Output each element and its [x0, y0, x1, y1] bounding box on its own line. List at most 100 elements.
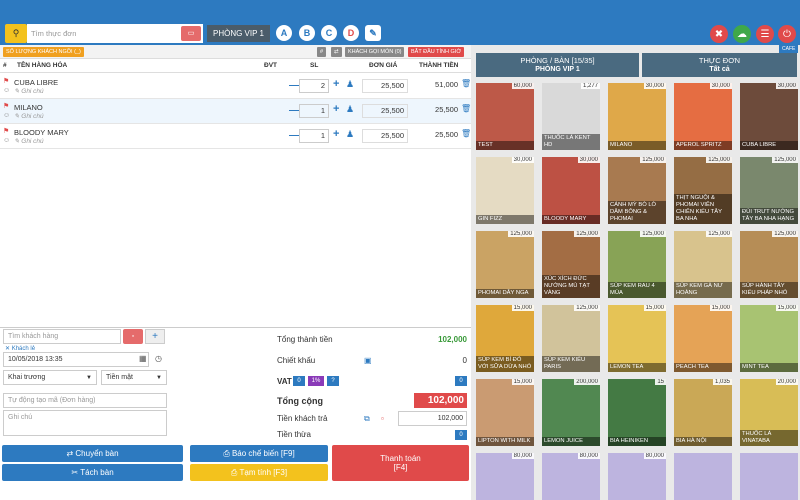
- vat-0-button[interactable]: 0: [293, 376, 305, 386]
- guests-count-button[interactable]: SỐ LƯỢNG KHÁCH NGỒI (_): [3, 47, 84, 57]
- calendar-icon[interactable]: ▦: [139, 354, 147, 363]
- move-table-button[interactable]: ⇄ Chuyển bàn: [2, 445, 183, 462]
- keyboard-icon[interactable]: ▭: [181, 26, 201, 41]
- menu-item-tile[interactable]: 125,000 XÚC XÍCH ĐỨC NƯỚNG MÙ TẠT VÀNG: [542, 231, 600, 298]
- edit-note-icon[interactable]: ✎: [365, 25, 381, 41]
- search-button[interactable]: ⚲: [5, 24, 27, 43]
- order-row[interactable]: ⚑ ☺ MILANO ✎ Ghi chú —1 + ♟ 25,500 25,500 🗑: [0, 99, 471, 124]
- tab-menu[interactable]: THỰC ĐƠN Tất cả: [642, 53, 797, 77]
- order-row[interactable]: ⚑ ☺ CUBA LIBRE ✎ Ghi chú —2 + ♟ 25,500 51,000 🗑: [0, 74, 471, 99]
- copy-icon[interactable]: ⧉: [364, 414, 370, 424]
- menu-item-tile[interactable]: 30,000 APEROL SPRITZ: [674, 83, 732, 150]
- shuffle-icon[interactable]: ✖: [710, 25, 728, 43]
- price-level-b[interactable]: B: [299, 25, 315, 41]
- menu-item-tile[interactable]: 30,000 CUBA LIBRE: [740, 83, 798, 150]
- menu-item-tile[interactable]: 125,000 ĐÙI TRƯT NƯỚNG TÂY BA NHA HẠNG: [740, 157, 798, 224]
- menu-item-tile[interactable]: 15 BIA HEINIKEN: [608, 379, 666, 446]
- price-input[interactable]: 25,500: [362, 79, 408, 93]
- menu-item-tile[interactable]: 125,000 PHOMAI DÂY NGA: [476, 231, 534, 298]
- increase-qty-button[interactable]: +: [333, 128, 339, 140]
- price-input[interactable]: 25,500: [362, 129, 408, 143]
- menu-item-tile[interactable]: 20,000 THUỐC LÁ VINATABA: [740, 379, 798, 446]
- sale-channel-select[interactable]: Khai trương ▼: [3, 370, 97, 385]
- increase-qty-button[interactable]: +: [333, 103, 339, 115]
- people-icon[interactable]: ♟: [346, 104, 354, 115]
- menu-item-tile[interactable]: 125,000 CÁNH MỲ BÒ LÒ DĂM BÔNG & PHOMAI: [608, 157, 666, 224]
- price-level-d[interactable]: D: [343, 25, 359, 41]
- paid-input[interactable]: 102,000: [398, 411, 467, 426]
- menu-item-tile[interactable]: 80,000: [476, 453, 534, 500]
- trash-icon[interactable]: 🗑: [461, 104, 471, 113]
- menu-item-tile[interactable]: 60,000 TEST: [476, 83, 534, 150]
- people-icon[interactable]: ♟: [346, 79, 354, 90]
- menu-item-tile[interactable]: 1,035 BIA HÀ NỘI: [674, 379, 732, 446]
- split-table-button[interactable]: ✂ Tách bàn: [2, 464, 183, 481]
- price-level-c[interactable]: C: [321, 25, 337, 41]
- user-icon[interactable]: ☺: [3, 137, 10, 144]
- current-room-button[interactable]: PHÒNG VIP 1: [207, 25, 270, 42]
- bell-icon[interactable]: ⚑: [3, 102, 9, 110]
- menu-item-tile[interactable]: 200,000 LEMON JUICE: [542, 379, 600, 446]
- customer-keyboard-icon[interactable]: ▫: [123, 329, 143, 344]
- user-icon[interactable]: ☺: [3, 112, 10, 119]
- order-row[interactable]: ⚑ ☺ BLOODY MARY ✎ Ghi chú —1 + ♟ 25,500 25,500 🗑: [0, 124, 471, 149]
- user-icon[interactable]: ☺: [3, 87, 10, 94]
- qty-input[interactable]: 2: [299, 79, 329, 93]
- search-input[interactable]: Tìm thực đơn ▭: [27, 24, 203, 43]
- trash-icon[interactable]: 🗑: [461, 79, 471, 88]
- menu-item-tile[interactable]: 15,000 PEACH TEA: [674, 305, 732, 372]
- item-note[interactable]: ✎ Ghi chú: [14, 87, 44, 95]
- menu-item-tile[interactable]: 15,000 SÚP KEM BÍ ĐỎ VỚI SỮA DỪA NHỎ: [476, 305, 534, 372]
- kitchen-notice-button[interactable]: ⎙ Báo chế biến [F9]: [190, 445, 328, 462]
- vat-help-button[interactable]: ?: [327, 376, 339, 386]
- menu-item-tile[interactable]: 30,000 MILANO: [608, 83, 666, 150]
- menu-item-tile[interactable]: 125,000 SÚP HÀNH TÂY KIỂU PHÁP NHỎ: [740, 231, 798, 298]
- vat-1-button[interactable]: 1%: [308, 376, 324, 386]
- decrease-qty-button[interactable]: —: [289, 130, 299, 141]
- clock-icon[interactable]: ◷: [155, 354, 162, 363]
- start-time-button[interactable]: BẮT ĐẦU TÍNH GIỜ: [408, 47, 465, 57]
- decrease-qty-button[interactable]: —: [289, 105, 299, 116]
- bell-icon[interactable]: ⚑: [3, 127, 9, 135]
- trash-icon[interactable]: 🗑: [461, 129, 471, 138]
- qty-input[interactable]: 1: [299, 104, 329, 118]
- gift-icon[interactable]: ▣: [364, 356, 372, 365]
- bell-icon[interactable]: ⚑: [3, 77, 9, 85]
- power-icon[interactable]: ⏻: [778, 25, 796, 43]
- order-code-input[interactable]: Tự động tạo mã (Đơn hàng): [3, 393, 167, 408]
- decrease-qty-button[interactable]: —: [289, 80, 299, 91]
- menu-item-tile[interactable]: 15,000 LEMON TEA: [608, 305, 666, 372]
- people-icon[interactable]: ♟: [346, 129, 354, 140]
- price-level-a[interactable]: A: [276, 25, 292, 41]
- pay-button[interactable]: Thanh toán [F4]: [332, 445, 469, 481]
- menu-item-tile[interactable]: 30,000 BLOODY MARY: [542, 157, 600, 224]
- menu-item-tile[interactable]: 125,000 SÚP KEM GÀ NƯ HOÀNG: [674, 231, 732, 298]
- menu-item-tile[interactable]: 125,000 THỊT NGUỘI & PHOMAI VIÊN CHIÊN KI…: [674, 157, 732, 224]
- menu-item-tile[interactable]: [674, 453, 732, 500]
- menu-item-tile[interactable]: 1,277 THUỐC LÁ KENT HD: [542, 83, 600, 150]
- menu-list-icon[interactable]: ☰: [756, 25, 774, 43]
- qty-input[interactable]: 1: [299, 129, 329, 143]
- menu-item-tile[interactable]: 125,000 SÚP KEM KIỂU PARIS: [542, 305, 600, 372]
- item-note[interactable]: ✎ Ghi chú: [14, 112, 44, 120]
- increase-qty-button[interactable]: +: [333, 78, 339, 90]
- provisional-button[interactable]: ⎙ Tạm tính [F3]: [190, 464, 328, 481]
- price-input[interactable]: 25,500: [362, 104, 408, 118]
- menu-item-tile[interactable]: 15,000 LIPTON WITH MILK: [476, 379, 534, 446]
- menu-item-tile[interactable]: 125,000 SÚP KEM RAU 4 MÙA: [608, 231, 666, 298]
- guest-orders-button[interactable]: KHÁCH GỌI MÓN (0): [345, 47, 405, 57]
- swap-icon[interactable]: ⇄: [331, 47, 342, 57]
- tab-rooms[interactable]: PHÒNG / BÀN [15/35] PHÒNG VIP 1: [476, 53, 639, 77]
- hash-button[interactable]: #: [317, 47, 327, 57]
- customer-search-input[interactable]: Tìm khách hàng: [3, 329, 121, 344]
- menu-item-tile[interactable]: [740, 453, 798, 500]
- payment-method-select[interactable]: Tiền mặt ▼: [101, 370, 167, 385]
- menu-item-tile[interactable]: 80,000: [608, 453, 666, 500]
- paid-keyboard-icon[interactable]: ▫: [381, 414, 384, 423]
- menu-item-tile[interactable]: 80,000: [542, 453, 600, 500]
- datetime-field[interactable]: 10/05/2018 13:35: [3, 352, 149, 367]
- item-note[interactable]: ✎ Ghi chú: [14, 137, 44, 145]
- note-textarea[interactable]: Ghi chú: [3, 410, 167, 436]
- cloud-sync-icon[interactable]: ☁: [733, 25, 751, 43]
- menu-item-tile[interactable]: 15,000 MINT TEA: [740, 305, 798, 372]
